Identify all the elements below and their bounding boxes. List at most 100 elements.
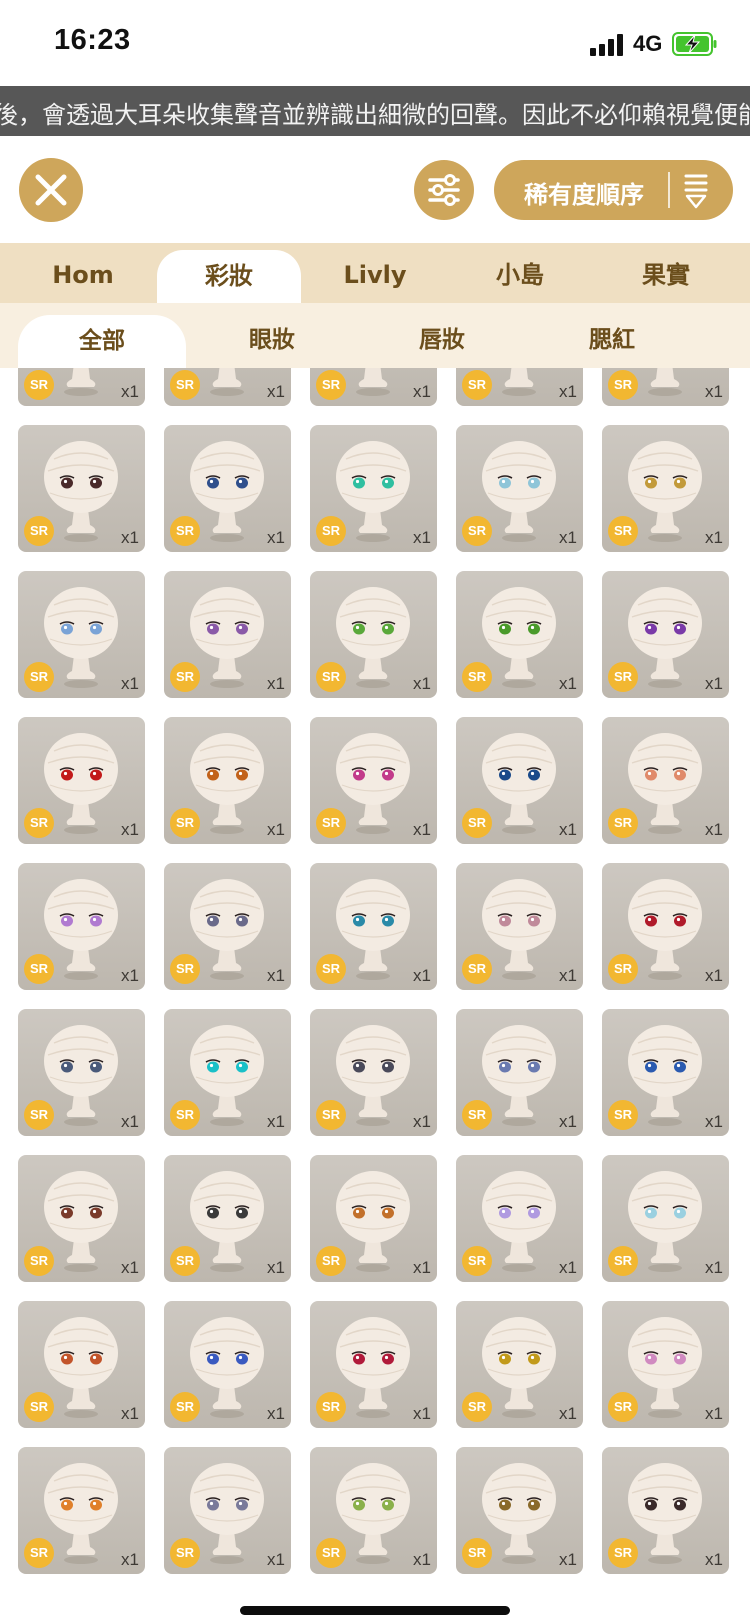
makeup-item-card[interactable]: SR x1 [456,717,583,844]
makeup-item-card[interactable]: SR x1 [164,571,291,698]
rarity-badge: SR [170,1538,200,1568]
makeup-item-card[interactable]: SR x1 [456,425,583,552]
makeup-item-card[interactable]: SR x1 [602,425,729,552]
rarity-badge: SR [608,1246,638,1276]
sort-order-icon[interactable] [683,172,709,210]
rarity-badge: SR [316,516,346,546]
item-quantity: x1 [121,966,139,985]
close-icon [35,174,67,206]
item-quantity: x1 [413,1404,431,1423]
makeup-item-card[interactable]: SR x1 [164,1301,291,1428]
item-quantity: x1 [121,674,139,693]
subtab-lip-makeup[interactable]: 唇妝 [360,303,524,368]
makeup-item-card[interactable]: SR x1 [18,1009,145,1136]
makeup-item-card[interactable]: SR x1 [310,368,437,406]
makeup-item-card[interactable]: SR x1 [602,863,729,990]
item-quantity: x1 [121,382,139,401]
rarity-badge: SR [462,516,492,546]
sort-label: 稀有度順序 [524,181,644,209]
makeup-item-card[interactable]: SR x1 [310,1155,437,1282]
rarity-badge: SR [608,1392,638,1422]
makeup-item-card[interactable]: SR x1 [456,368,583,406]
item-grid[interactable]: SR x1 SR x1 SR x1 SR x1 SR x1 SR x1 SR x1 SR x1 SR x1 SR x1… [0,368,750,1623]
makeup-item-card[interactable]: SR x1 [602,1301,729,1428]
rarity-badge: SR [608,662,638,692]
item-quantity: x1 [705,528,723,547]
tab-fruit[interactable]: 果實 [596,243,736,303]
makeup-item-card[interactable]: SR x1 [602,571,729,698]
rarity-badge: SR [462,1246,492,1276]
item-quantity: x1 [705,1112,723,1131]
makeup-item-card[interactable]: SR x1 [164,425,291,552]
makeup-item-card[interactable]: SR x1 [18,863,145,990]
item-quantity: x1 [705,1404,723,1423]
makeup-item-card[interactable]: SR x1 [164,1447,291,1574]
makeup-item-card[interactable]: SR x1 [602,717,729,844]
makeup-item-card[interactable]: SR x1 [602,1447,729,1574]
rarity-badge: SR [316,808,346,838]
makeup-item-card[interactable]: SR x1 [310,1009,437,1136]
makeup-item-card[interactable]: SR x1 [18,1155,145,1282]
makeup-item-card[interactable]: SR x1 [602,368,729,406]
makeup-item-card[interactable]: SR x1 [164,717,291,844]
makeup-item-card[interactable]: SR x1 [310,717,437,844]
makeup-item-card[interactable]: SR x1 [310,1301,437,1428]
item-quantity: x1 [705,382,723,401]
makeup-item-card[interactable]: SR x1 [310,1447,437,1574]
makeup-item-card[interactable]: SR x1 [164,863,291,990]
makeup-item-card[interactable]: SR x1 [456,1155,583,1282]
makeup-item-card[interactable]: SR x1 [18,571,145,698]
makeup-item-card[interactable]: SR x1 [18,1301,145,1428]
tab-island[interactable]: 小島 [450,243,590,303]
rarity-badge: SR [316,1100,346,1130]
tab-livly[interactable]: Livly [305,243,445,303]
makeup-item-card[interactable]: SR x1 [18,717,145,844]
item-quantity: x1 [705,1550,723,1569]
makeup-item-card[interactable]: SR x1 [456,1447,583,1574]
rarity-badge: SR [316,1246,346,1276]
subtab-eye-makeup[interactable]: 眼妝 [190,303,354,368]
toolbar: 稀有度順序 [0,136,750,243]
rarity-badge: SR [24,1392,54,1422]
makeup-item-card[interactable]: SR x1 [18,368,145,406]
makeup-item-card[interactable]: SR x1 [310,425,437,552]
rarity-badge: SR [316,370,346,400]
tab-hom[interactable]: Hom [13,243,153,303]
makeup-item-card[interactable]: SR x1 [310,571,437,698]
item-quantity: x1 [121,1550,139,1569]
subtab-blush[interactable]: 腮紅 [530,303,694,368]
item-quantity: x1 [705,966,723,985]
makeup-item-card[interactable]: SR x1 [18,425,145,552]
sort-divider [668,172,670,208]
item-quantity: x1 [559,382,577,401]
makeup-item-card[interactable]: SR x1 [602,1009,729,1136]
item-quantity: x1 [267,820,285,839]
item-quantity: x1 [413,1258,431,1277]
makeup-item-card[interactable]: SR x1 [164,368,291,406]
tab-makeup[interactable]: 彩妝 [157,250,301,303]
item-quantity: x1 [267,674,285,693]
rarity-badge: SR [462,1100,492,1130]
news-ticker: 後，會透過大耳朵收集聲音並辨識出細微的回聲。因此不必仰賴視覺便能 [0,86,750,136]
item-quantity: x1 [413,1550,431,1569]
item-quantity: x1 [559,1404,577,1423]
close-button[interactable] [19,158,83,222]
rarity-badge: SR [316,1392,346,1422]
filter-button[interactable] [414,160,474,220]
rarity-badge: SR [608,516,638,546]
rarity-badge: SR [316,1538,346,1568]
makeup-item-card[interactable]: SR x1 [456,571,583,698]
makeup-item-card[interactable]: SR x1 [164,1155,291,1282]
makeup-item-card[interactable]: SR x1 [456,1009,583,1136]
makeup-item-card[interactable]: SR x1 [456,863,583,990]
makeup-item-card[interactable]: SR x1 [164,1009,291,1136]
makeup-item-card[interactable]: SR x1 [18,1447,145,1574]
makeup-item-card[interactable]: SR x1 [456,1301,583,1428]
subtab-all[interactable]: 全部 [18,315,186,368]
rarity-badge: SR [24,370,54,400]
makeup-item-card[interactable]: SR x1 [310,863,437,990]
item-quantity: x1 [267,382,285,401]
sort-button[interactable]: 稀有度順序 [494,160,733,220]
home-indicator[interactable] [240,1606,510,1615]
makeup-item-card[interactable]: SR x1 [602,1155,729,1282]
